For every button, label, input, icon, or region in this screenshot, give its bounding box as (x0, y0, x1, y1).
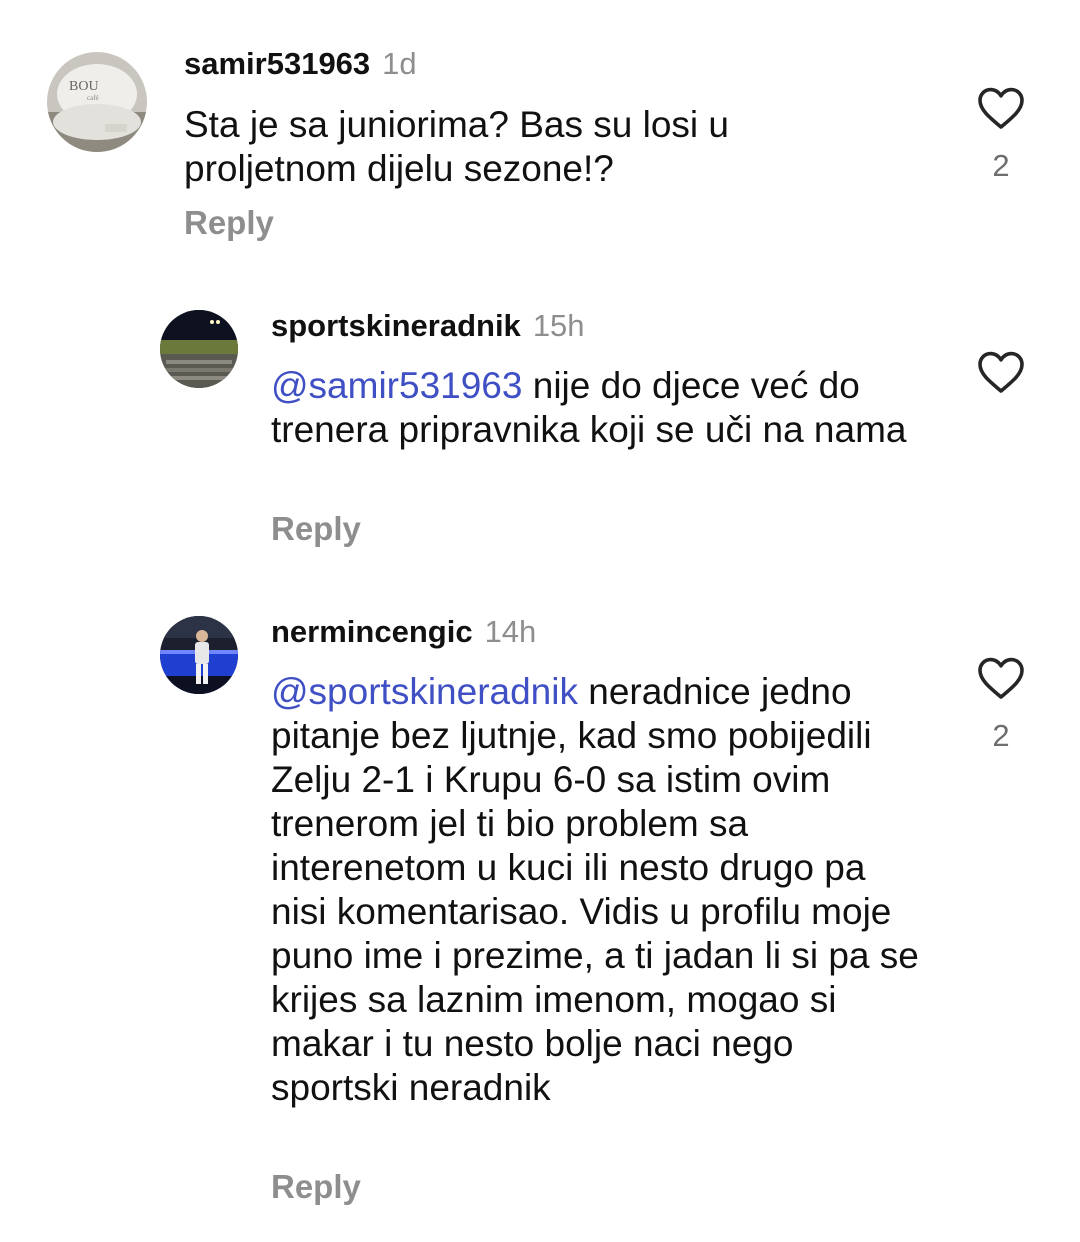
comment-header: nermincengic 14h (271, 614, 536, 650)
comment-item: nermincengic 14h @sportskineradnik neradn… (0, 0, 1080, 1242)
avatar[interactable] (160, 616, 238, 694)
comment-body: neradnice jedno pitanje bez ljutnje, kad… (271, 671, 919, 1108)
person-stadium-photo-icon (160, 616, 238, 694)
heart-icon[interactable] (977, 656, 1025, 700)
username[interactable]: nermincengic (271, 614, 473, 649)
like-count: 2 (992, 718, 1010, 753)
timestamp: 14h (484, 614, 537, 649)
mention-link[interactable]: @sportskineradnik (271, 671, 578, 712)
like-button[interactable]: 2 (971, 656, 1031, 754)
comment-text: @sportskineradnik neradnice jedno pitanj… (271, 670, 921, 1110)
reply-button[interactable]: Reply (271, 1168, 361, 1206)
